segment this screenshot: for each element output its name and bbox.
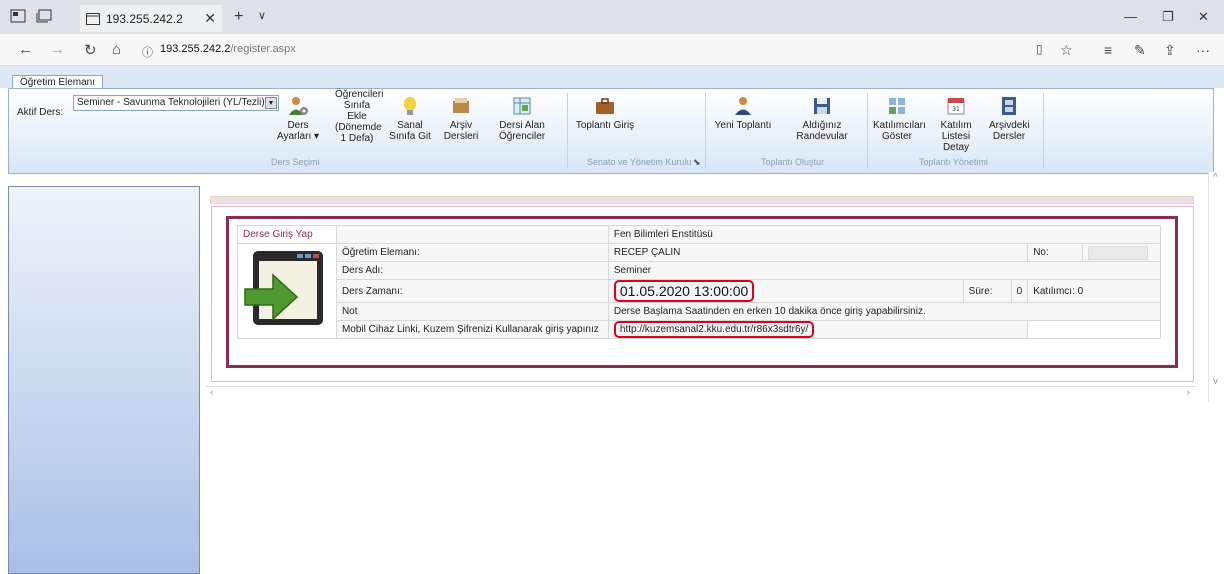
group-separator — [705, 93, 706, 169]
not-value: Derse Başlama Saatinden en erken 10 daki… — [607, 302, 1162, 321]
scroll-right-icon[interactable]: › — [1187, 387, 1190, 398]
katilim-listesi-detay-button[interactable]: 31 Katılım Listesi Detay — [929, 95, 983, 153]
group-ders-secimi: Ders Seçimi — [271, 157, 320, 167]
ders-ayarlari-button[interactable]: Ders Ayarları ▾ — [275, 95, 321, 142]
mobil-link[interactable]: http://kuzemsanal2.kku.edu.tr/r86x3sdtr6… — [613, 321, 815, 338]
aktif-ders-select[interactable]: Seminer - Savunma Teknolojileri (YL/Tezl… — [73, 95, 279, 111]
yeni-toplanti-button[interactable]: Yeni Toplantı — [713, 95, 773, 131]
ders-zamani-value: 01.05.2020 13:00:00 — [613, 280, 755, 302]
lesson-info-table: Derse Giriş Yap Fen Bilimleri Enstitüsü … — [237, 225, 1162, 339]
group-separator — [567, 93, 568, 169]
arsivdeki-dersler-button[interactable]: Arşivdeki Dersler — [989, 95, 1030, 142]
aktif-ders-label: Aktif Ders: — [17, 107, 64, 118]
svg-text:31: 31 — [952, 106, 960, 113]
ogretim-elemani-value: RECEP ÇALIN — [607, 243, 1029, 262]
minimize-icon[interactable]: — — [1124, 9, 1137, 24]
floppy-save-icon — [814, 98, 830, 114]
tab-list-chevron-icon[interactable]: ∨ — [258, 9, 266, 22]
dersi-alan-ogrenciler-button[interactable]: Dersi Alan Öğrenciler — [499, 95, 545, 142]
new-tab-icon[interactable]: + — [234, 8, 243, 26]
horizontal-scrollbar[interactable]: ‹ › — [206, 386, 1196, 400]
aldiginiz-randevular-button[interactable]: Aldığınız Randevular — [791, 95, 853, 142]
refresh-icon[interactable]: ↻ — [84, 41, 97, 59]
address-bar[interactable]: 193.255.242.2/register.aspx — [160, 43, 296, 55]
close-window-icon[interactable]: ✕ — [1198, 9, 1209, 25]
group-separator — [1043, 93, 1044, 169]
page-icon — [86, 12, 100, 25]
scroll-up-icon[interactable]: ^ — [1213, 172, 1218, 183]
no-label: No: — [1027, 243, 1083, 262]
katilimci-cell: Katılımcı: 0 — [1027, 279, 1161, 303]
restore-icon[interactable]: ❐ — [1162, 9, 1174, 25]
meeting-person-icon — [735, 97, 751, 115]
enter-class-icon[interactable] — [237, 243, 337, 339]
scroll-down-icon[interactable]: v — [1213, 376, 1218, 387]
film-archive-icon — [1002, 97, 1016, 115]
enstitu-cell: Fen Bilimleri Enstitüsü — [607, 225, 1162, 244]
content-frame: Derse Giriş Yap Fen Bilimleri Enstitüsü … — [206, 186, 1208, 402]
ogrencileri-ekle-button[interactable]: Öğrencileri Sınıfa Ekle (Dönemde 1 Defa) — [335, 89, 383, 144]
url-path: /register.aspx — [230, 43, 296, 55]
ribbon-tab-strip: Öğretim Elemanı — [0, 66, 1224, 91]
no-value-box — [1088, 245, 1148, 260]
ders-zamani-label: Ders Zamanı: — [335, 279, 609, 303]
arsiv-dersleri-button[interactable]: Arşiv Dersleri — [441, 95, 481, 142]
briefcase-icon — [596, 98, 614, 114]
ders-adi-value: Seminer — [607, 261, 1162, 280]
share-icon[interactable]: ⇪ — [1164, 42, 1176, 59]
more-icon[interactable]: ··· — [1196, 42, 1210, 58]
scroll-left-icon[interactable]: ‹ — [210, 387, 213, 398]
group-toplanti-olustur: Toplantı Oluştur — [761, 157, 825, 167]
katilimcilari-goster-button[interactable]: Katılımcıları Göster — [873, 95, 926, 142]
home-icon[interactable]: ⌂ — [112, 41, 121, 58]
tab-close-icon[interactable]: ✕ — [204, 10, 216, 27]
sure-value: 0 — [1010, 279, 1029, 303]
archive-box-icon — [453, 98, 469, 113]
ribbon-toolbar: Aktif Ders: Seminer - Savunma Teknolojil… — [8, 88, 1214, 174]
group-toplanti-yonetimi: Toplantı Yönetimi — [919, 157, 988, 167]
browser-titlebar: 193.255.242.2 ✕ + ∨ — ❐ ✕ — [0, 0, 1224, 34]
lightbulb-icon — [404, 97, 416, 115]
not-label: Not — [335, 302, 609, 321]
sure-label: Süre: — [962, 279, 1012, 303]
ogretim-elemani-label: Öğretim Elemanı: — [335, 243, 609, 262]
back-icon[interactable]: ← — [18, 41, 33, 58]
participants-grid-icon — [889, 98, 905, 114]
url-host: 193.255.242.2 — [160, 43, 231, 55]
enter-arrow-icon — [244, 250, 323, 325]
forward-icon[interactable]: → — [50, 41, 65, 58]
derse-giris-link[interactable]: Derse Giriş Yap — [237, 225, 337, 244]
pen-icon[interactable]: ✎ — [1134, 42, 1146, 59]
favorite-star-icon[interactable]: ☆ — [1060, 42, 1073, 59]
browser-tab[interactable]: 193.255.242.2 ✕ — [80, 5, 222, 32]
no-value — [1082, 243, 1161, 262]
group-expand-icon[interactable]: ⬊ — [693, 157, 701, 168]
left-sidebar-panel — [8, 186, 200, 574]
mobil-label: Mobil Cihaz Linki, Kuzem Şifrenizi Kulla… — [335, 320, 609, 339]
reading-view-icon[interactable]: ▯ — [1036, 42, 1043, 56]
vertical-scrollbar[interactable]: ^ v — [1208, 172, 1224, 402]
aktif-ders-value: Seminer - Savunma Teknolojileri (YL/Tezl… — [77, 97, 265, 108]
info-icon[interactable]: ⓘ — [142, 44, 153, 60]
sanal-sinifa-git-button[interactable]: Sanal Sınıfa Git — [387, 95, 433, 142]
set-aside-tabs-icon[interactable] — [10, 9, 26, 23]
group-senato: Senato ve Yönetim Kurulu — [587, 157, 692, 167]
toplanti-giris-button[interactable]: Toplantı Giriş — [575, 95, 635, 131]
group-separator — [867, 93, 868, 169]
tab-title: 193.255.242.2 — [106, 11, 183, 26]
user-gear-icon — [289, 97, 308, 115]
favorites-list-icon[interactable]: ≡ — [1104, 42, 1112, 58]
lesson-info-panel: Derse Giriş Yap Fen Bilimleri Enstitüsü … — [226, 216, 1178, 368]
calendar-icon: 31 — [947, 98, 965, 115]
tab-preview-icon[interactable] — [36, 9, 52, 23]
ders-adi-label: Ders Adı: — [335, 261, 609, 280]
browser-navbar: ← → ↻ ⌂ ⓘ 193.255.242.2/register.aspx ▯ … — [0, 34, 1224, 66]
student-table-icon — [513, 97, 531, 115]
top-strip — [210, 196, 1194, 204]
